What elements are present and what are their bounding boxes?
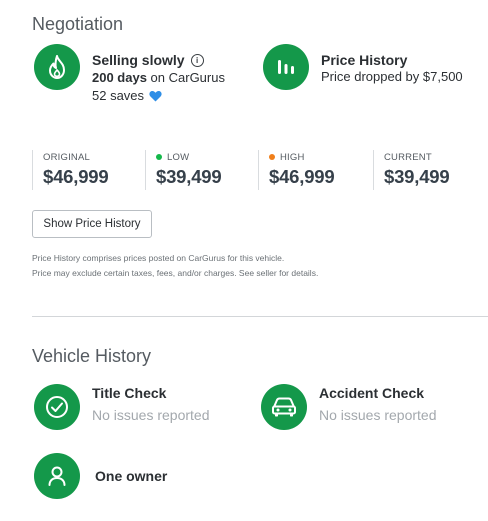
accident-check-title: Accident Check xyxy=(319,385,425,401)
price-high-value: $46,999 xyxy=(269,166,335,187)
section-divider xyxy=(32,316,488,317)
title-check-status: No issues reported xyxy=(92,407,210,423)
price-low: LOW $39,499 xyxy=(145,150,256,190)
vehicle-history-heading: Vehicle History xyxy=(32,346,152,366)
price-current: CURRENT $39,499 xyxy=(373,150,484,190)
accident-check-status: No issues reported xyxy=(319,407,437,423)
title-check-title: Title Check xyxy=(92,385,167,401)
person-icon xyxy=(34,453,80,499)
owners-title: One owner xyxy=(95,468,168,484)
price-history-note-1: Price History comprises prices posted on… xyxy=(32,253,285,263)
price-low-value: $39,499 xyxy=(156,166,222,187)
saves-count: 52 saves xyxy=(92,88,145,103)
low-dot xyxy=(156,154,162,160)
price-low-label: LOW xyxy=(167,151,190,163)
price-original: ORIGINAL $46,999 xyxy=(32,150,143,190)
price-history-title: Price History xyxy=(321,52,408,68)
flame-icon xyxy=(34,44,80,90)
car-icon xyxy=(261,384,307,430)
info-icon[interactable]: i xyxy=(190,53,204,67)
price-original-label: ORIGINAL xyxy=(43,151,90,163)
high-dot xyxy=(269,154,275,160)
selling-status-title: Selling slowly xyxy=(92,52,185,68)
bar-chart-icon xyxy=(263,44,309,90)
price-original-value: $46,999 xyxy=(43,166,109,187)
check-circle-icon xyxy=(34,384,80,430)
price-current-value: $39,499 xyxy=(384,166,450,187)
price-high: HIGH $46,999 xyxy=(258,150,369,190)
price-high-label: HIGH xyxy=(280,151,305,163)
negotiation-heading: Negotiation xyxy=(32,14,124,34)
price-current-label: CURRENT xyxy=(384,151,432,163)
days-on-market: 200 days on CarGurus xyxy=(92,70,225,85)
days-suffix: on CarGurus xyxy=(146,70,225,85)
show-price-history-button[interactable]: Show Price History xyxy=(32,210,152,238)
price-history-subtitle: Price dropped by $7,500 xyxy=(321,69,463,84)
days-count: 200 days xyxy=(92,70,147,85)
heart-icon xyxy=(149,90,162,101)
price-history-note-2: Price may exclude certain taxes, fees, a… xyxy=(32,268,319,278)
